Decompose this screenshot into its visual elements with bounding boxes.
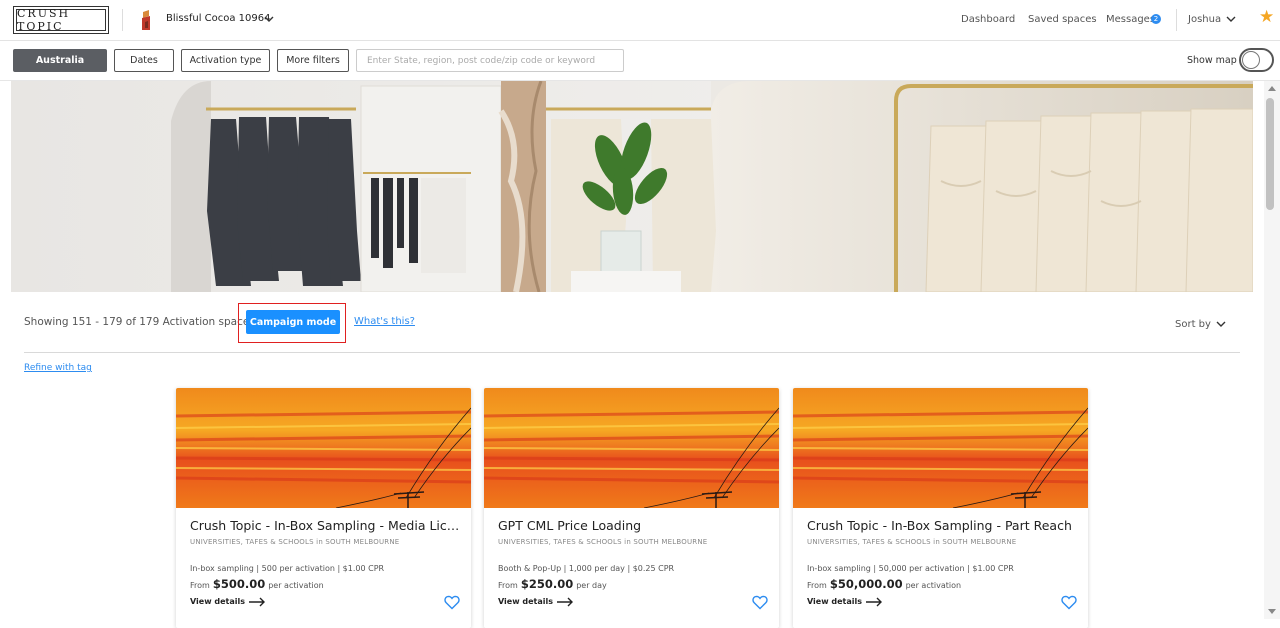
card-title[interactable]: Crush Topic - In-Box Sampling - Part Rea… [807, 518, 1079, 533]
card-price: $50,000.00 [829, 577, 903, 591]
listing-card[interactable]: GPT CML Price Loading UNIVERSITIES, TAFE… [484, 388, 779, 628]
dates-filter-button[interactable]: Dates [114, 49, 174, 72]
card-description: In-box sampling | 50,000 per activation … [807, 564, 1014, 573]
listing-card[interactable]: Crush Topic - In-Box Sampling - Part Rea… [793, 388, 1088, 628]
sort-by-dropdown[interactable]: Sort by [1175, 319, 1211, 330]
card-price-unit: per activation [905, 581, 962, 590]
chevron-down-icon[interactable] [1215, 318, 1227, 330]
user-menu[interactable]: Joshua [1188, 14, 1221, 25]
listing-card[interactable]: Crush Topic - In-Box Sampling - Media Li… [176, 388, 471, 628]
star-icon[interactable]: ★ [1259, 9, 1274, 26]
card-price-from: From [807, 581, 827, 590]
show-map-toggle[interactable] [1239, 48, 1274, 72]
nav-divider [1176, 9, 1177, 31]
card-description: In-box sampling | 500 per activation | $… [190, 564, 385, 573]
view-details-link[interactable]: View details [498, 597, 553, 606]
card-image[interactable] [793, 388, 1088, 508]
card-price-unit: per day [576, 581, 607, 590]
card-image[interactable] [176, 388, 471, 508]
top-navigation: CRUSH TOPIC Blissful Cocoa 10964 Dashboa… [0, 0, 1280, 41]
messages-count-badge: 2 [1151, 14, 1161, 24]
nav-saved-spaces[interactable]: Saved spaces [1028, 14, 1097, 25]
show-map-label: Show map [1187, 55, 1237, 66]
activation-type-filter-button[interactable]: Activation type [181, 49, 270, 72]
chevron-down-icon[interactable] [263, 13, 275, 25]
location-filter-button[interactable]: Australia [13, 49, 107, 72]
nav-dashboard[interactable]: Dashboard [961, 14, 1015, 25]
nav-divider [122, 9, 123, 31]
brand-name[interactable]: Blissful Cocoa 10964 [166, 13, 271, 24]
search-input[interactable] [356, 49, 624, 72]
card-title[interactable]: Crush Topic - In-Box Sampling - Media Li… [190, 518, 462, 533]
card-price-row: From $500.00 per activation [190, 577, 324, 591]
divider [24, 352, 1240, 353]
filter-bar: Australia Dates Activation type More fil… [0, 41, 1280, 81]
arrow-right-icon[interactable] [248, 597, 266, 607]
card-price: $500.00 [212, 577, 266, 591]
card-price-from: From [190, 581, 210, 590]
arrow-right-icon[interactable] [865, 597, 883, 607]
refine-with-tag-link[interactable]: Refine with tag [24, 363, 92, 373]
results-count-text: Showing 151 - 179 of 179 Activation spac… [24, 316, 255, 328]
card-location: UNIVERSITIES, TAFES & SCHOOLS in SOUTH M… [498, 538, 708, 546]
whats-this-link[interactable]: What's this? [354, 316, 415, 327]
arrow-right-icon[interactable] [556, 597, 574, 607]
toggle-knob [1242, 51, 1260, 69]
heart-icon[interactable] [444, 595, 460, 610]
card-image[interactable] [484, 388, 779, 508]
view-details-link[interactable]: View details [190, 597, 245, 606]
card-price-unit: per activation [268, 581, 324, 590]
scrollbar-thumb[interactable] [1266, 98, 1274, 210]
card-description: Booth & Pop-Up | 1,000 per day | $0.25 C… [498, 564, 675, 573]
heart-icon[interactable] [752, 595, 768, 610]
scroll-up-icon[interactable] [1268, 86, 1276, 91]
crush-topic-logo[interactable]: CRUSH TOPIC [13, 6, 109, 34]
card-location: UNIVERSITIES, TAFES & SCHOOLS in SOUTH M… [190, 538, 400, 546]
more-filters-button[interactable]: More filters [277, 49, 349, 72]
card-price-from: From [498, 581, 518, 590]
chevron-down-icon[interactable] [1225, 13, 1237, 25]
brand-logo-icon[interactable] [140, 10, 152, 30]
hero-banner-image [11, 81, 1253, 292]
card-price-row: From $250.00 per day [498, 577, 607, 591]
scroll-down-icon[interactable] [1268, 609, 1276, 614]
card-title[interactable]: GPT CML Price Loading [498, 518, 770, 533]
card-price-row: From $50,000.00 per activation [807, 577, 961, 591]
card-location: UNIVERSITIES, TAFES & SCHOOLS in SOUTH M… [807, 538, 1017, 546]
nav-messages[interactable]: Messages [1106, 14, 1155, 25]
card-price: $250.00 [520, 577, 574, 591]
view-details-link[interactable]: View details [807, 597, 862, 606]
logo-text: CRUSH TOPIC [16, 7, 106, 33]
campaign-mode-button[interactable]: Campaign mode [246, 310, 340, 334]
heart-icon[interactable] [1061, 595, 1077, 610]
